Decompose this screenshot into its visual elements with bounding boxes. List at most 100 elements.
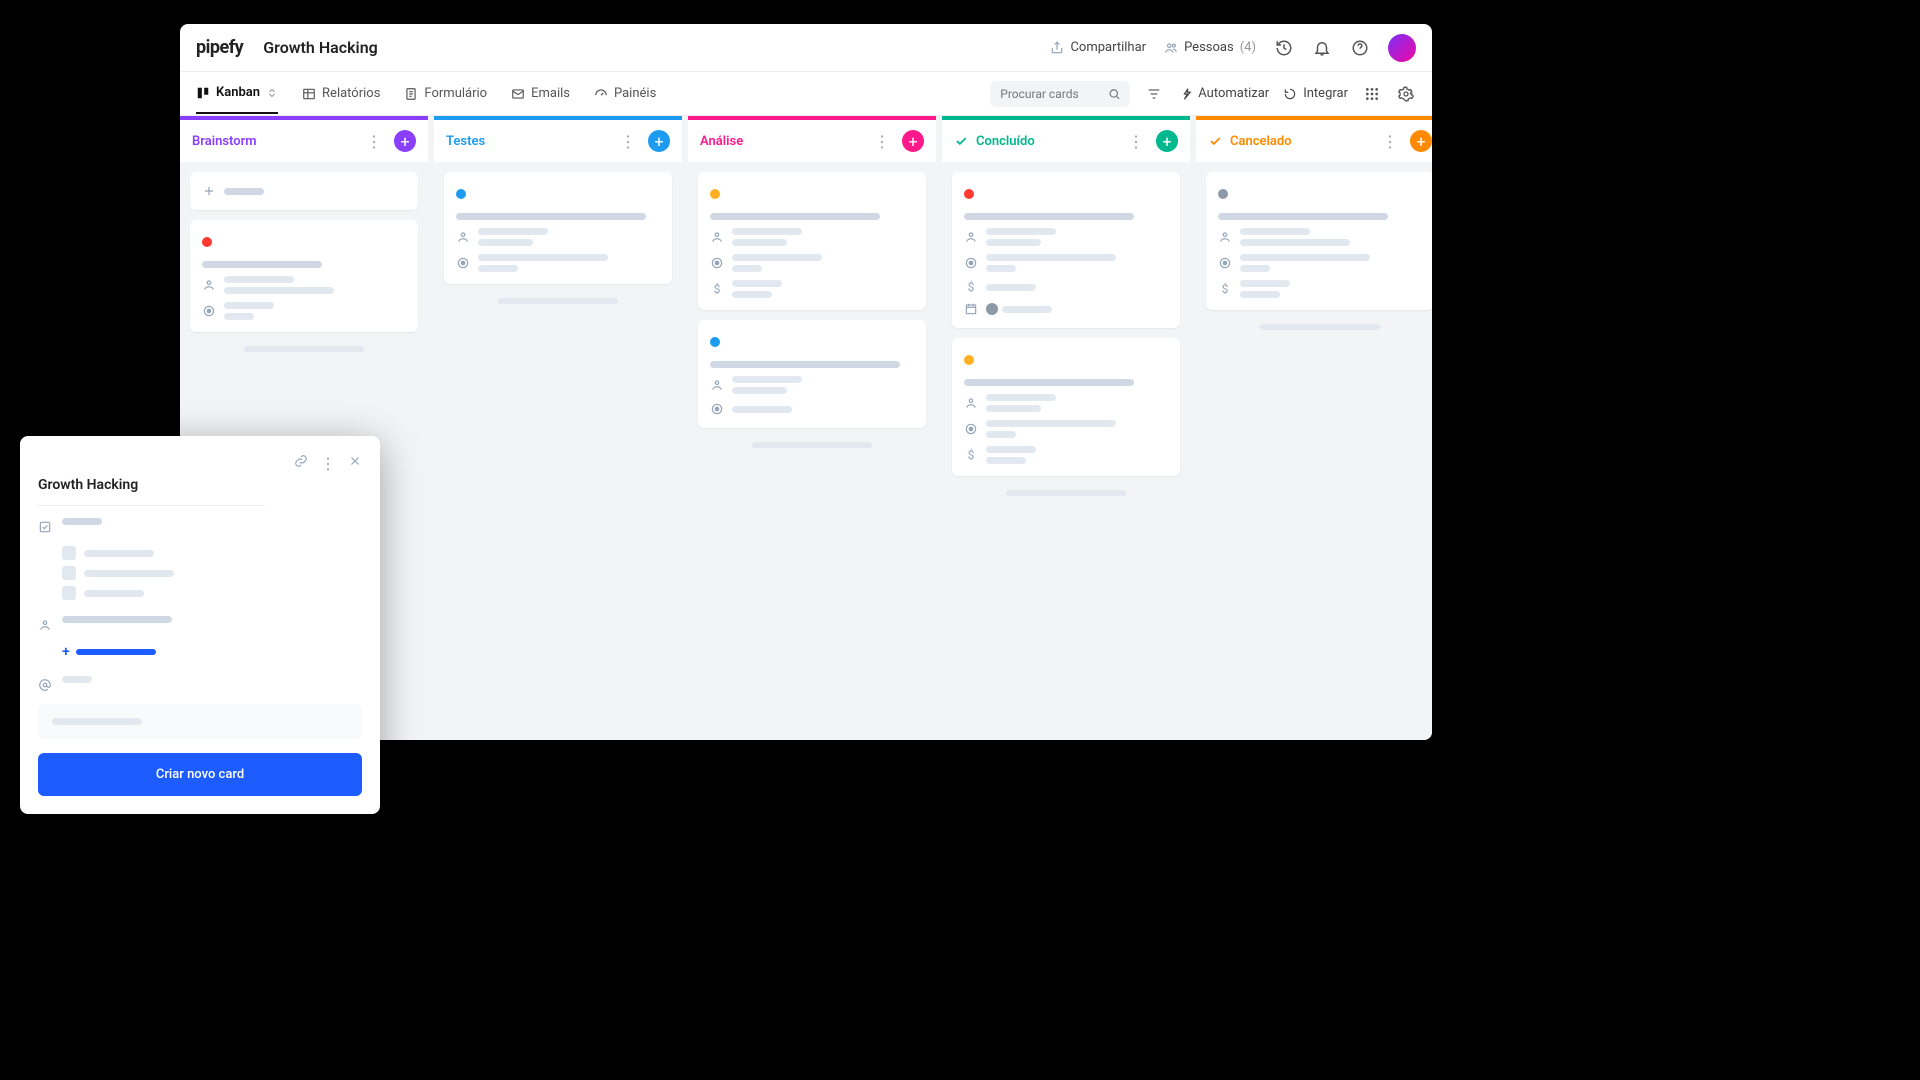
checklist-option[interactable] (62, 546, 362, 560)
phase-add-button[interactable]: + (648, 130, 670, 152)
gauge-icon (594, 87, 608, 101)
tab-reports[interactable]: Relatórios (302, 74, 380, 113)
phase-name: Cancelado (1230, 134, 1370, 149)
phase-menu-button[interactable]: ⋮ (616, 132, 640, 151)
user-icon (456, 230, 470, 244)
checklist-option[interactable] (62, 586, 362, 600)
tab-form-label: Formulário (424, 86, 487, 101)
help-icon (1351, 39, 1369, 57)
phase-cancelado: Cancelado ⋮ + $ (1196, 116, 1432, 740)
automate-label: Automatizar (1198, 86, 1269, 101)
label-dot (710, 189, 720, 199)
mention-icon (38, 678, 52, 692)
table-icon (302, 87, 316, 101)
create-card-button[interactable]: Criar novo card (38, 753, 362, 796)
link-icon[interactable] (294, 454, 308, 468)
integrate-button[interactable]: Integrar (1283, 86, 1348, 101)
label-dot (710, 337, 720, 347)
phase-add-button[interactable]: + (1156, 130, 1178, 152)
phase-footer (1006, 490, 1126, 496)
phase-menu-button[interactable]: ⋮ (1124, 132, 1148, 151)
close-icon[interactable] (348, 454, 362, 468)
phase-add-button[interactable]: + (902, 130, 924, 152)
integrate-icon (1283, 87, 1297, 101)
description-input[interactable] (38, 704, 362, 739)
phase-add-button[interactable]: + (394, 130, 416, 152)
tab-kanban[interactable]: Kanban (196, 73, 278, 114)
card[interactable]: $ (952, 172, 1180, 328)
tab-form[interactable]: Formulário (404, 74, 487, 113)
create-card-modal: ⋮ Growth Hacking + Criar novo card (20, 436, 380, 814)
phase-name: Concluído (976, 134, 1116, 149)
card[interactable]: $ (698, 172, 926, 310)
user-icon (38, 618, 52, 632)
tab-emails-label: Emails (531, 86, 570, 101)
people-label: Pessoas (1184, 40, 1234, 55)
user-icon (964, 396, 978, 410)
radio-icon (456, 256, 470, 270)
phase-analise: Análise ⋮ + $ (688, 116, 936, 740)
people-button[interactable]: Pessoas (4) (1164, 40, 1256, 55)
checklist-icon (38, 520, 52, 534)
share-icon (1050, 41, 1064, 55)
form-icon (404, 87, 418, 101)
phase-menu-button[interactable]: ⋮ (362, 132, 386, 151)
phase-menu-button[interactable]: ⋮ (1378, 132, 1402, 151)
card[interactable] (698, 320, 926, 428)
phase-add-button[interactable]: + (1410, 130, 1432, 152)
settings-button[interactable] (1396, 84, 1416, 104)
phase-name: Testes (446, 134, 608, 149)
check-icon (1208, 134, 1222, 148)
label-dot (456, 189, 466, 199)
modal-title: Growth Hacking (38, 477, 362, 493)
card[interactable] (444, 172, 672, 284)
radio-icon (710, 256, 724, 270)
card[interactable]: $ (1206, 172, 1432, 310)
tab-emails[interactable]: Emails (511, 74, 570, 113)
automate-button[interactable]: Automatizar (1178, 86, 1269, 101)
help-button[interactable] (1350, 38, 1370, 58)
card[interactable] (190, 220, 418, 332)
user-icon (202, 278, 216, 292)
label-dot (1218, 189, 1228, 199)
search-box[interactable] (990, 81, 1130, 107)
radio-icon (1218, 256, 1232, 270)
sort-icon (266, 87, 278, 99)
user-icon (964, 230, 978, 244)
tab-dashboards-label: Painéis (614, 86, 656, 101)
topbar: pipefy Growth Hacking Compartilhar Pesso… (180, 24, 1432, 72)
bell-icon (1313, 39, 1331, 57)
search-icon (1108, 87, 1121, 101)
plus-icon (202, 184, 216, 198)
search-input[interactable] (1000, 87, 1107, 101)
user-icon (710, 378, 724, 392)
checklist-option[interactable] (62, 566, 362, 580)
pipe-title: Growth Hacking (263, 38, 378, 57)
phase-name: Brainstorm (192, 134, 354, 149)
card[interactable] (190, 172, 418, 210)
filter-button[interactable] (1144, 84, 1164, 104)
notifications-button[interactable] (1312, 38, 1332, 58)
modal-menu-button[interactable]: ⋮ (320, 454, 336, 473)
integrate-label: Integrar (1303, 86, 1348, 101)
phase-menu-button[interactable]: ⋮ (870, 132, 894, 151)
mail-icon (511, 87, 525, 101)
check-icon (954, 134, 968, 148)
tab-dashboards[interactable]: Painéis (594, 74, 656, 113)
dollar-icon: $ (710, 282, 724, 296)
history-icon (1275, 39, 1293, 57)
phase-footer (752, 442, 872, 448)
people-icon (1164, 41, 1178, 55)
phase-footer (498, 298, 618, 304)
apps-button[interactable] (1362, 84, 1382, 104)
card[interactable]: $ (952, 338, 1180, 476)
radio-icon (964, 256, 978, 270)
add-assignee-button[interactable]: + (62, 644, 362, 660)
label-dot (202, 237, 212, 247)
user-icon (1218, 230, 1232, 244)
history-button[interactable] (1274, 38, 1294, 58)
calendar-icon (964, 302, 978, 316)
gear-icon (1398, 86, 1414, 102)
share-button[interactable]: Compartilhar (1050, 40, 1146, 55)
user-avatar[interactable] (1388, 34, 1416, 62)
